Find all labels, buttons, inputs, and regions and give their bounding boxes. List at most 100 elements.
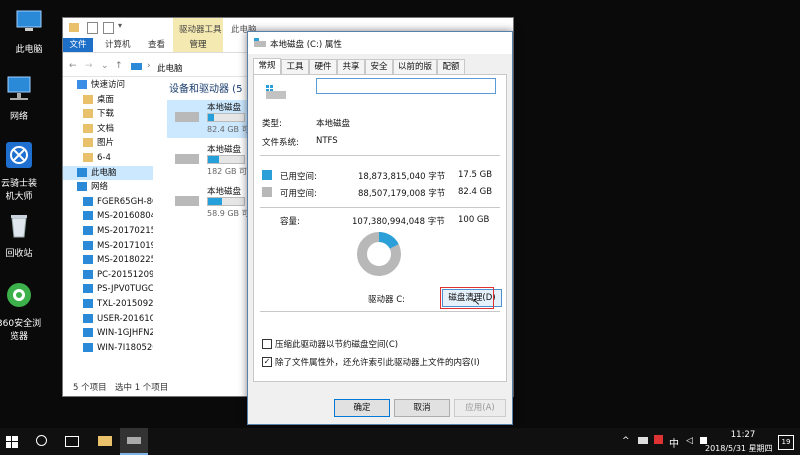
computer-icon	[83, 342, 93, 352]
drive-item[interactable]: 本地磁盘 58.9 GB 可	[167, 184, 250, 222]
nav-item[interactable]: PS-JPV0TUGCH	[63, 282, 153, 297]
nav-item[interactable]: 6-4	[63, 151, 153, 166]
tab-view[interactable]: 查看	[148, 38, 165, 52]
nav-item[interactable]: MS-20160804H	[63, 209, 153, 224]
filesystem-value: NTFS	[316, 136, 338, 146]
security-tray-icon[interactable]	[654, 435, 663, 444]
search-icon[interactable]	[36, 435, 47, 446]
nav-item[interactable]: MS-20170215P	[63, 224, 153, 239]
nav-item[interactable]: 快速访问	[63, 78, 153, 93]
clock-date[interactable]: 2018/5/31 星期四	[705, 443, 773, 454]
recent-dropdown-icon[interactable]: ⌄	[101, 61, 109, 71]
folder-icon	[83, 138, 93, 148]
taskbar-file-explorer[interactable]	[92, 428, 118, 455]
nav-item[interactable]: 图片	[63, 136, 153, 151]
drive-icon	[175, 154, 199, 164]
notification-center-icon[interactable]: 19	[778, 435, 794, 450]
navigation-pane: 快速访问桌面下载文档图片 6-4 此电脑网络 FGER65GH-8CA MS-20160…	[63, 78, 153, 380]
drive-usage-bar	[207, 155, 245, 164]
dialog-tab[interactable]: 安全	[365, 59, 393, 75]
dialog-tab[interactable]: 共享	[337, 59, 365, 75]
dialog-titlebar[interactable]: 本地磁盘 (C:) 属性	[248, 32, 512, 54]
desktop-icon-label: 云骑士装机大师	[0, 179, 37, 202]
nav-item-label: MS-20160804H	[97, 211, 153, 222]
nav-item[interactable]: MS-20180225N	[63, 253, 153, 268]
desktop-icon-this-pc[interactable]: 此电脑	[2, 6, 56, 55]
separator	[260, 311, 500, 312]
nav-item[interactable]: MS-20171019C	[63, 239, 153, 254]
folder-icon	[98, 436, 112, 446]
separator	[260, 207, 500, 208]
properties-icon[interactable]	[87, 22, 98, 34]
nav-item[interactable]: WIN-1GJHFN2I	[63, 326, 153, 341]
drive-item[interactable]: 本地磁盘 182 GB 可用	[167, 142, 255, 180]
compress-drive-checkbox[interactable]	[262, 339, 272, 349]
yunqishi-app-icon	[6, 142, 32, 168]
nav-item[interactable]: FGER65GH-8CA	[63, 195, 153, 210]
tab-manage[interactable]: 管理	[173, 38, 223, 52]
star-icon	[77, 80, 87, 89]
nav-item[interactable]: 桌面	[63, 93, 153, 108]
desktop-icon-network[interactable]: 网络	[0, 73, 46, 122]
drive-icon	[175, 112, 199, 122]
clock-time[interactable]: 11:27	[723, 430, 763, 440]
dialog-tab[interactable]: 工具	[281, 59, 309, 75]
network-tray-icon[interactable]	[638, 437, 648, 444]
input-language-indicator[interactable]: 中	[669, 435, 679, 450]
nav-item-label: 6-4	[97, 152, 111, 163]
computer-icon	[83, 328, 93, 338]
nav-item-label: PC-20151209O	[97, 269, 153, 280]
drive-properties-dialog[interactable]: 本地磁盘 (C:) 属性 常规工具硬件共享安全以前的版本配额 类型: 本地磁盘 …	[247, 31, 513, 425]
back-arrow-icon[interactable]: ←	[69, 61, 77, 71]
desktop-icon-recycle-bin[interactable]: 回收站	[0, 210, 46, 259]
index-drive-checkbox[interactable]: ✓	[262, 357, 272, 367]
nav-item[interactable]: 文档	[63, 122, 153, 137]
tray-chevron-up-icon[interactable]: ^	[622, 436, 630, 446]
nav-item-label: 桌面	[97, 94, 115, 105]
apply-button[interactable]: 应用(A)	[454, 399, 506, 417]
volume-icon[interactable]: ◁	[686, 436, 693, 446]
drive-name-input[interactable]	[316, 78, 496, 94]
ok-button[interactable]: 确定	[334, 399, 390, 417]
tab-file[interactable]: 文件	[63, 38, 93, 52]
new-folder-icon[interactable]	[103, 22, 114, 34]
computer-icon	[83, 269, 93, 279]
desktop-icon-yunqishi[interactable]: 云骑士装机大师	[0, 140, 46, 202]
cancel-button[interactable]: 取消	[394, 399, 450, 417]
type-label: 类型:	[262, 119, 282, 129]
drive-item[interactable]: 本地磁盘 82.4 GB 可用	[167, 100, 258, 138]
nav-item-label: USER-2016102	[97, 313, 153, 324]
taskbar-drive-properties[interactable]	[120, 428, 148, 455]
folder-icon	[83, 123, 93, 133]
computer-icon	[131, 63, 142, 70]
nav-item[interactable]: USER-2016102	[63, 312, 153, 327]
nav-item[interactable]: TXL-20150927	[63, 297, 153, 312]
filesystem-label: 文件系统:	[262, 138, 299, 148]
windows-start-icon[interactable]	[6, 436, 18, 448]
task-view-icon[interactable]	[65, 436, 79, 447]
up-arrow-icon[interactable]: ↑	[115, 61, 123, 71]
dialog-tab[interactable]: 常规	[253, 58, 281, 74]
index-drive-label: 除了文件属性外，还允许索引此驱动器上文件的内容(I)	[275, 358, 480, 368]
drive-name: 本地磁盘	[207, 145, 242, 155]
desktop-icon-360-browser[interactable]: 360安全浏览器	[0, 280, 46, 342]
dialog-tab[interactable]: 配额	[437, 59, 465, 75]
used-space-bytes: 18,873,815,040 字节	[358, 172, 446, 182]
nav-item[interactable]: WIN-7I180520	[63, 341, 153, 356]
dialog-tab[interactable]: 以前的版本	[393, 59, 437, 86]
forward-arrow-icon[interactable]: →	[85, 61, 93, 71]
free-space-swatch	[262, 187, 272, 197]
dialog-tab[interactable]: 硬件	[309, 59, 337, 75]
free-space-bytes: 88,507,179,008 字节	[358, 189, 446, 199]
quick-access-dropdown-icon[interactable]: ▾	[118, 21, 122, 30]
address-path: 此电脑	[157, 64, 183, 74]
nav-item[interactable]: 下载	[63, 107, 153, 122]
computer-icon	[83, 240, 93, 250]
nav-item[interactable]: 网络	[63, 180, 153, 195]
network-icon	[77, 182, 87, 192]
nav-item[interactable]: PC-20151209O	[63, 268, 153, 283]
computer-icon	[83, 284, 93, 294]
tab-computer[interactable]: 计算机	[105, 38, 131, 52]
nav-item[interactable]: 此电脑	[63, 165, 153, 181]
nav-item-label: FGER65GH-8CA	[97, 196, 153, 207]
